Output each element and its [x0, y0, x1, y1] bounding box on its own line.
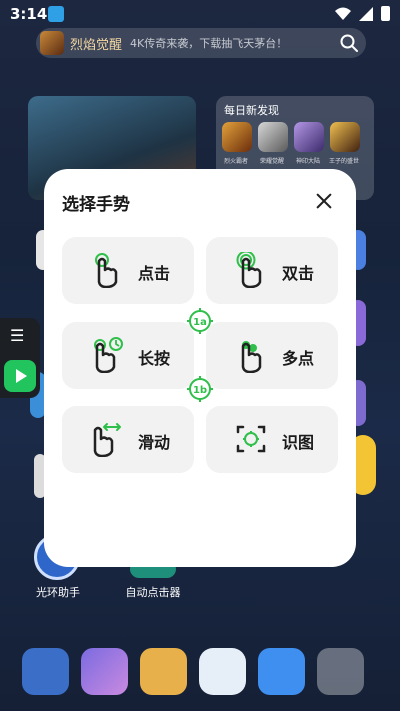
- discover-app-icon[interactable]: [222, 122, 252, 152]
- gesture-option-swipe[interactable]: 滑动: [62, 406, 194, 473]
- double-tap-gesture-icon: [236, 252, 262, 288]
- gesture-option-multi-touch[interactable]: 多点: [206, 322, 338, 389]
- marker-label: 1b: [193, 385, 207, 396]
- signal-icon: [359, 6, 373, 21]
- dialog-title: 选择手势: [62, 195, 130, 215]
- image-recognition-icon: [236, 425, 266, 453]
- discover-app-icon[interactable]: [294, 122, 324, 152]
- gesture-label: 识图: [282, 433, 315, 452]
- browser-icon[interactable]: [199, 648, 246, 695]
- gesture-option-image-recognition[interactable]: 识图: [206, 406, 338, 473]
- gesture-label: 多点: [282, 349, 315, 368]
- discover-app-icon[interactable]: [258, 122, 288, 152]
- status-icons: [335, 6, 390, 21]
- status-time: 3:14: [10, 5, 48, 23]
- marker-1a[interactable]: 1a: [187, 308, 213, 334]
- discover-app-labels: 烈火霸者 荣耀觉醒 神印大陆 王子的盛世: [220, 156, 360, 165]
- dock: [22, 648, 364, 695]
- search-promo-text: 4K传奇来袭，下载抽飞天茅台！: [130, 37, 288, 50]
- search-bar[interactable]: 烈焰觉醒 4K传奇来袭，下载抽飞天茅台！: [36, 28, 366, 58]
- floating-toolbar[interactable]: ☰: [0, 318, 40, 398]
- marker-1b[interactable]: 1b: [187, 376, 213, 402]
- menu-icon[interactable]: ☰: [10, 326, 24, 345]
- status-bar: 3:14: [0, 0, 400, 28]
- marker-label: 1a: [193, 317, 207, 328]
- folder-icon[interactable]: [140, 648, 187, 695]
- battery-icon: [381, 6, 390, 21]
- home-app-label: 自动点击器: [125, 586, 181, 599]
- discover-app-label: 烈火霸者: [223, 158, 248, 165]
- wifi-icon: [335, 7, 351, 20]
- multi-touch-gesture-icon: [241, 341, 262, 373]
- play-icon[interactable]: [4, 360, 36, 392]
- search-game-name: 烈焰觉醒: [70, 37, 123, 53]
- gesture-label: 滑动: [138, 433, 171, 452]
- game-avatar-icon: [40, 31, 64, 55]
- discover-app-label: 荣耀觉醒: [259, 158, 284, 165]
- discover-app-icon[interactable]: [330, 122, 360, 152]
- gesture-option-double-tap[interactable]: 双击: [206, 237, 338, 304]
- google-folder-icon[interactable]: [317, 648, 364, 695]
- search-icon[interactable]: [340, 34, 358, 52]
- gesture-dialog: 选择手势 点击 双击 长按 多点 滑动 识图 1a 1b: [44, 169, 356, 567]
- gesture-label: 点击: [138, 264, 171, 283]
- home-app-label: 光环助手: [36, 586, 80, 599]
- discover-title: 每日新发现: [224, 104, 279, 117]
- settings-icon[interactable]: [22, 648, 69, 695]
- close-icon[interactable]: [314, 191, 334, 211]
- long-press-gesture-icon: [94, 337, 123, 373]
- notification-icon: [48, 6, 64, 22]
- swipe-gesture-icon: [93, 423, 121, 457]
- gallery-icon[interactable]: [81, 648, 128, 695]
- discover-apps: [222, 122, 360, 152]
- app-store-icon[interactable]: [258, 648, 305, 695]
- gesture-label: 双击: [282, 264, 315, 283]
- tap-gesture-icon: [95, 253, 118, 288]
- discover-app-label: 王子的盛世: [328, 158, 359, 165]
- gesture-option-long-press[interactable]: 长按: [62, 322, 194, 389]
- gesture-option-tap[interactable]: 点击: [62, 237, 194, 304]
- discover-app-label: 神印大陆: [295, 158, 320, 165]
- gesture-label: 长按: [138, 349, 171, 368]
